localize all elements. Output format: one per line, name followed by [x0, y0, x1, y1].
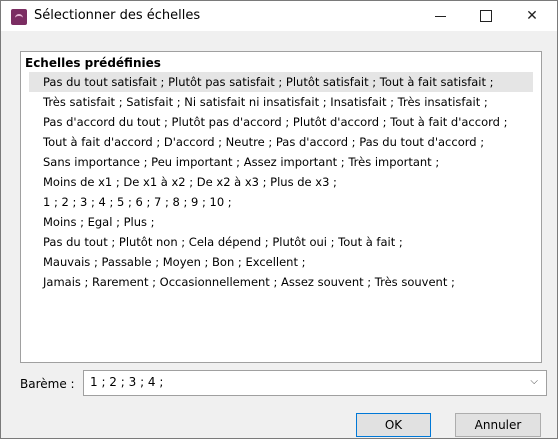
minimize-icon [434, 15, 446, 17]
bareme-label: Barème : [20, 377, 75, 391]
window-title: Sélectionner des échelles [34, 8, 201, 23]
ok-button[interactable]: OK [356, 413, 431, 437]
bareme-value: 1 ; 2 ; 3 ; 4 ; [90, 375, 164, 389]
list-item[interactable]: Mauvais ; Passable ; Moyen ; Bon ; Excel… [29, 252, 533, 272]
list-item[interactable]: Très satisfait ; Satisfait ; Ni satisfai… [29, 92, 533, 112]
title-bar[interactable]: Sélectionner des échelles ✕ [1, 1, 557, 31]
maximize-button[interactable] [463, 1, 509, 31]
bareme-combobox[interactable]: 1 ; 2 ; 3 ; 4 ; ⌵ [83, 370, 547, 396]
close-icon: ✕ [526, 8, 538, 24]
list-item[interactable]: Tout à fait d'accord ; D'accord ; Neutre… [29, 132, 533, 152]
list-item[interactable]: Moins ; Egal ; Plus ; [29, 212, 533, 232]
maximize-icon [480, 10, 492, 22]
minimize-button[interactable] [417, 1, 463, 31]
chevron-down-icon[interactable]: ⌵ [530, 376, 538, 387]
list-items: Pas du tout satisfait ; Plutôt pas satis… [21, 72, 541, 292]
list-item[interactable]: Jamais ; Rarement ; Occasionnellement ; … [29, 272, 533, 292]
list-item[interactable]: Moins de x1 ; De x1 à x2 ; De x2 à x3 ; … [29, 172, 533, 192]
cancel-button[interactable]: Annuler [455, 413, 541, 437]
list-item[interactable]: Pas du tout ; Plutôt non ; Cela dépend ;… [29, 232, 533, 252]
scales-listbox[interactable]: Echelles prédéfinies Pas du tout satisfa… [20, 51, 542, 363]
list-item[interactable]: Pas d'accord du tout ; Plutôt pas d'acco… [29, 112, 533, 132]
app-icon [11, 9, 27, 25]
dialog-window: Sélectionner des échelles ✕ Echelles pré… [0, 0, 558, 439]
list-item[interactable]: Pas du tout satisfait ; Plutôt pas satis… [29, 72, 533, 92]
list-item[interactable]: 1 ; 2 ; 3 ; 4 ; 5 ; 6 ; 7 ; 8 ; 9 ; 10 ; [29, 192, 533, 212]
list-header: Echelles prédéfinies [25, 56, 161, 70]
list-item[interactable]: Sans importance ; Peu important ; Assez … [29, 152, 533, 172]
close-button[interactable]: ✕ [509, 1, 555, 31]
